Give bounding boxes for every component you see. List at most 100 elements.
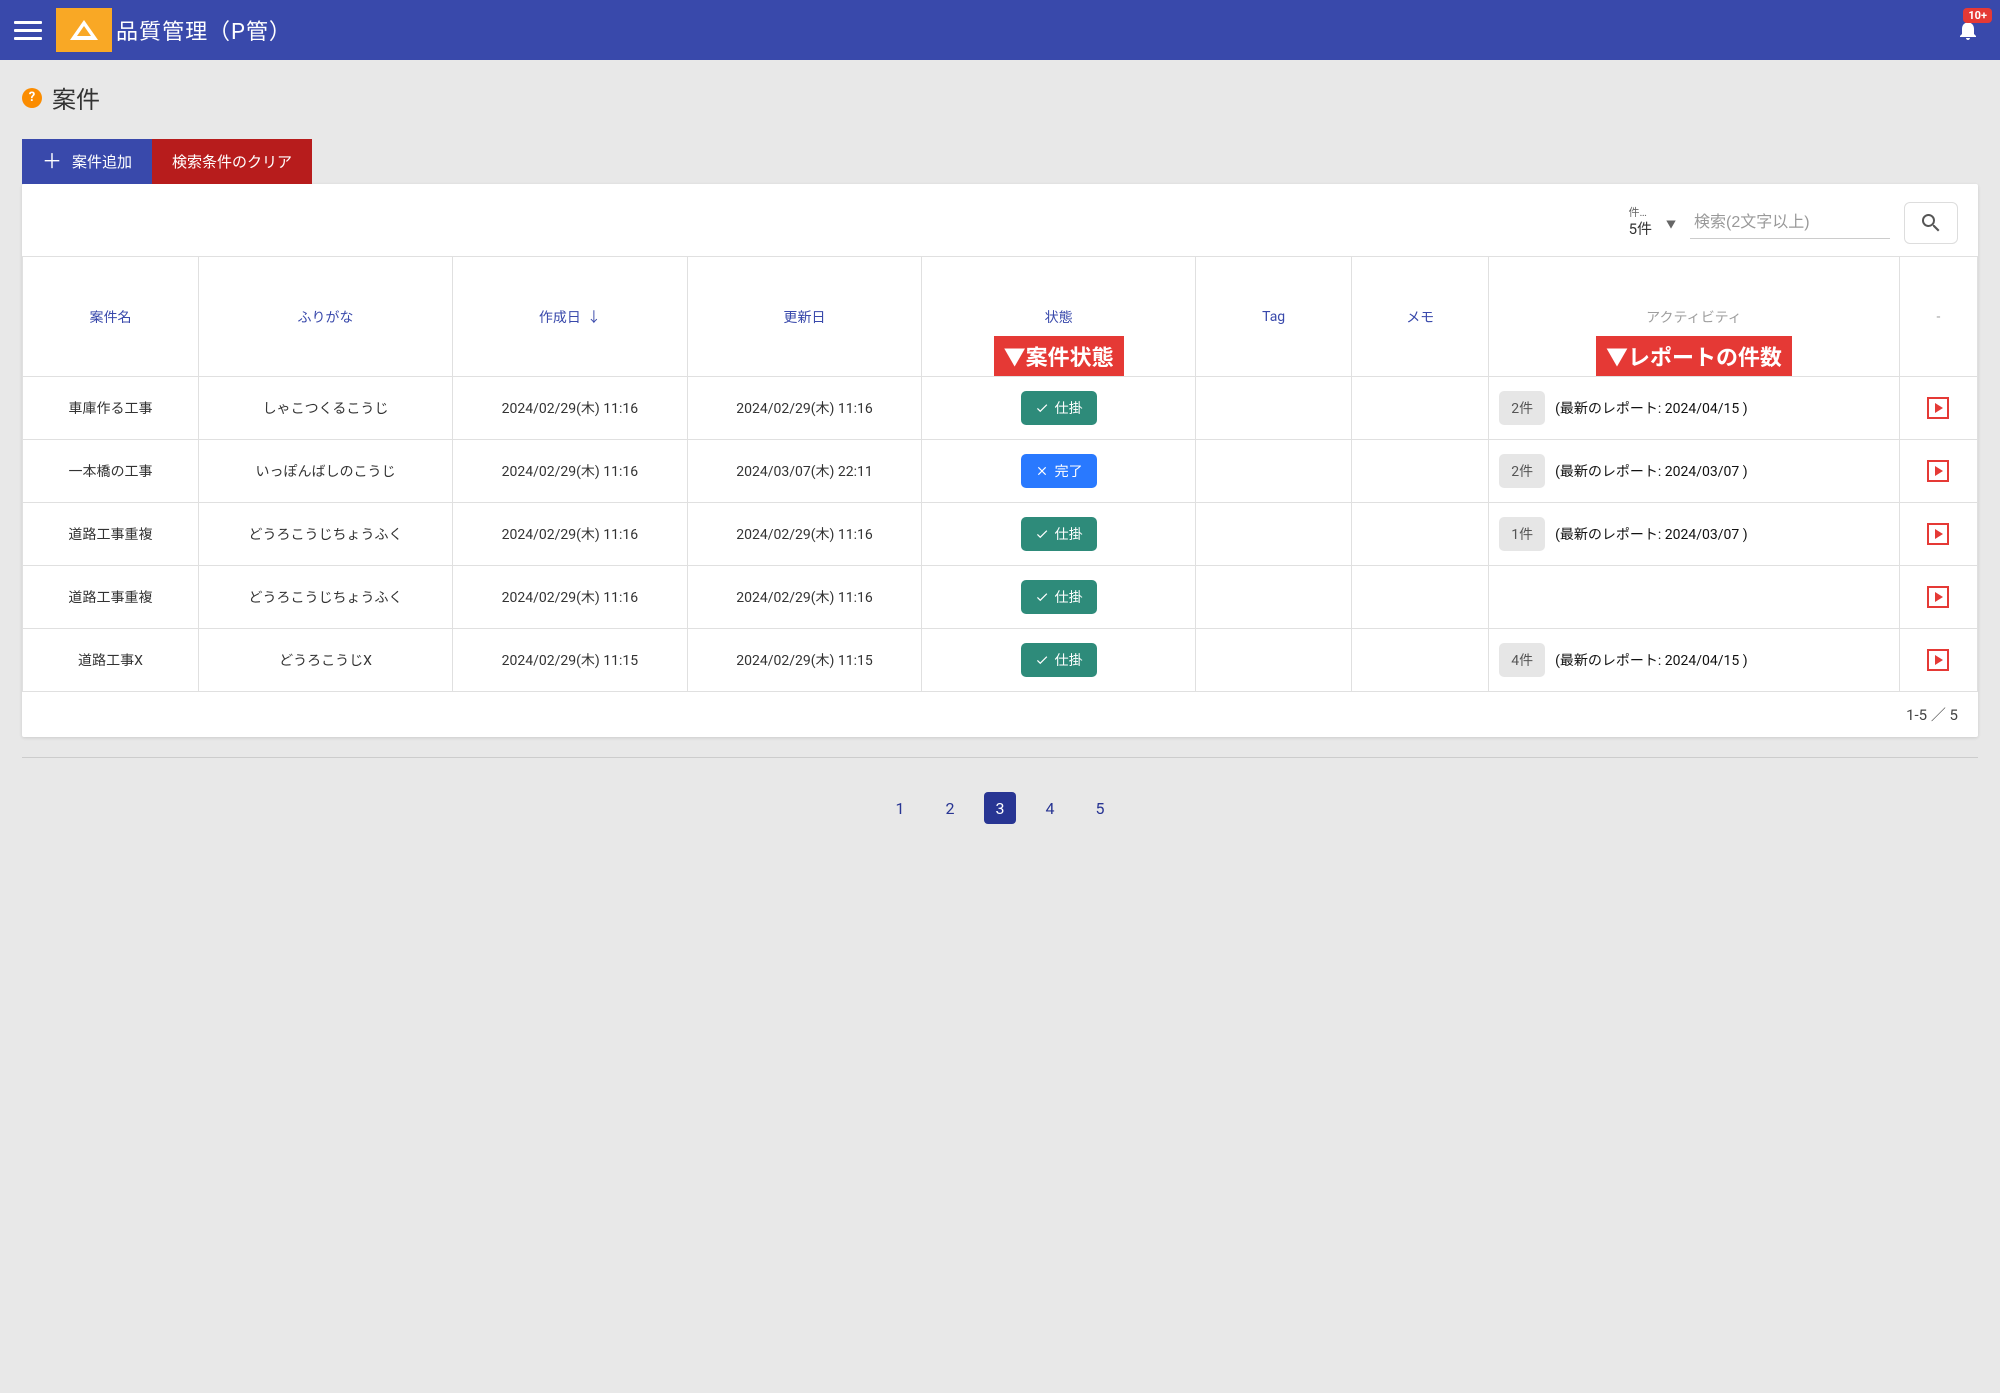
cell-action bbox=[1899, 566, 1977, 629]
col-created[interactable]: 作成日↓ bbox=[453, 257, 688, 377]
cell-memo bbox=[1352, 629, 1489, 692]
col-action: - bbox=[1899, 257, 1977, 377]
cell-action bbox=[1899, 440, 1977, 503]
cell-updated: 2024/02/29(木) 11:16 bbox=[687, 503, 922, 566]
cell-created: 2024/02/29(木) 11:16 bbox=[453, 440, 688, 503]
pagination: 12345 bbox=[22, 778, 1978, 864]
cell-created: 2024/02/29(木) 11:16 bbox=[453, 503, 688, 566]
table-row: 道路工事X どうろこうじX 2024/02/29(木) 11:15 2024/0… bbox=[23, 629, 1978, 692]
status-label: 仕掛 bbox=[1055, 650, 1083, 670]
col-furigana[interactable]: ふりがな bbox=[198, 257, 452, 377]
report-count-chip: 2件 bbox=[1499, 391, 1545, 425]
triangle-icon bbox=[70, 20, 98, 40]
play-button[interactable] bbox=[1927, 397, 1949, 419]
sort-desc-icon: ↓ bbox=[587, 310, 601, 326]
col-status[interactable]: 状態 ▼案件状態 bbox=[922, 257, 1196, 377]
cell-tag bbox=[1195, 377, 1351, 440]
col-updated[interactable]: 更新日 bbox=[687, 257, 922, 377]
add-case-label: 案件追加 bbox=[72, 151, 132, 172]
cell-furigana: どうろこうじちょうふく bbox=[198, 566, 452, 629]
cell-name: 道路工事重複 bbox=[23, 503, 199, 566]
cell-memo bbox=[1352, 503, 1489, 566]
play-button[interactable] bbox=[1927, 460, 1949, 482]
cell-furigana: しゃこつくるこうじ bbox=[198, 377, 452, 440]
add-case-button[interactable]: ＋ 案件追加 bbox=[22, 139, 152, 184]
cell-activity: 1件 (最新のレポート: 2024/03/07 ) bbox=[1489, 503, 1900, 566]
check-icon bbox=[1035, 653, 1049, 667]
page-title-row: ? 案件 bbox=[22, 80, 1978, 115]
page-2[interactable]: 2 bbox=[934, 792, 966, 824]
close-icon bbox=[1035, 464, 1049, 478]
col-memo[interactable]: メモ bbox=[1352, 257, 1489, 377]
play-button[interactable] bbox=[1927, 523, 1949, 545]
status-chip[interactable]: 完了 bbox=[1021, 454, 1097, 488]
latest-report-text: (最新のレポート: 2024/04/15 ) bbox=[1555, 650, 1748, 670]
col-activity: アクティビティ ▼レポートの件数 bbox=[1489, 257, 1900, 377]
latest-report-text: (最新のレポート: 2024/04/15 ) bbox=[1555, 398, 1748, 418]
status-chip[interactable]: 仕掛 bbox=[1021, 517, 1097, 551]
status-label: 仕掛 bbox=[1055, 398, 1083, 418]
cell-created: 2024/02/29(木) 11:16 bbox=[453, 566, 688, 629]
report-count-chip: 4件 bbox=[1499, 643, 1545, 677]
play-icon bbox=[1935, 655, 1943, 665]
cell-status: 仕掛 bbox=[922, 566, 1196, 629]
plus-icon: ＋ bbox=[42, 152, 62, 172]
status-label: 仕掛 bbox=[1055, 524, 1083, 544]
cell-tag bbox=[1195, 503, 1351, 566]
search-button[interactable] bbox=[1904, 202, 1958, 244]
page-size-select[interactable]: 件… 5件 bbox=[1629, 206, 1652, 240]
chevron-down-icon[interactable]: ▼ bbox=[1666, 216, 1676, 231]
table-row: 車庫作る工事 しゃこつくるこうじ 2024/02/29(木) 11:16 202… bbox=[23, 377, 1978, 440]
page-title: 案件 bbox=[52, 80, 100, 115]
report-count-chip: 1件 bbox=[1499, 517, 1545, 551]
divider bbox=[22, 757, 1978, 758]
annotation-activity: ▼レポートの件数 bbox=[1596, 336, 1792, 376]
annotation-status: ▼案件状態 bbox=[994, 336, 1124, 376]
notifications-button[interactable]: 10+ bbox=[1950, 12, 1986, 48]
clear-filter-button[interactable]: 検索条件のクリア bbox=[152, 139, 312, 184]
search-input[interactable] bbox=[1690, 208, 1890, 239]
menu-icon[interactable] bbox=[14, 16, 42, 44]
app-logo[interactable] bbox=[56, 8, 112, 52]
page-1[interactable]: 1 bbox=[884, 792, 916, 824]
app-bar: 品質管理（P管） 10+ bbox=[0, 0, 2000, 60]
cell-furigana: どうろこうじX bbox=[198, 629, 452, 692]
cell-status: 仕掛 bbox=[922, 503, 1196, 566]
check-icon bbox=[1035, 590, 1049, 604]
page-5[interactable]: 5 bbox=[1084, 792, 1116, 824]
table-footer-range: 1-5 ／ 5 bbox=[22, 692, 1978, 737]
status-label: 仕掛 bbox=[1055, 587, 1083, 607]
play-icon bbox=[1935, 403, 1943, 413]
cell-tag bbox=[1195, 566, 1351, 629]
cell-updated: 2024/02/29(木) 11:16 bbox=[687, 566, 922, 629]
col-name[interactable]: 案件名 bbox=[23, 257, 199, 377]
latest-report-text: (最新のレポート: 2024/03/07 ) bbox=[1555, 524, 1748, 544]
cell-activity bbox=[1489, 566, 1900, 629]
col-tag[interactable]: Tag bbox=[1195, 257, 1351, 377]
cell-tag bbox=[1195, 440, 1351, 503]
play-icon bbox=[1935, 466, 1943, 476]
help-icon[interactable]: ? bbox=[22, 88, 42, 108]
cell-status: 仕掛 bbox=[922, 629, 1196, 692]
search-icon bbox=[1919, 211, 1943, 235]
cell-updated: 2024/02/29(木) 11:15 bbox=[687, 629, 922, 692]
status-chip[interactable]: 仕掛 bbox=[1021, 391, 1097, 425]
app-title: 品質管理（P管） bbox=[116, 14, 292, 46]
page-4[interactable]: 4 bbox=[1034, 792, 1066, 824]
table-row: 道路工事重複 どうろこうじちょうふく 2024/02/29(木) 11:16 2… bbox=[23, 503, 1978, 566]
play-icon bbox=[1935, 529, 1943, 539]
page-size-value: 5件 bbox=[1629, 220, 1652, 240]
check-icon bbox=[1035, 401, 1049, 415]
table-toolbar: 件… 5件 ▼ bbox=[22, 184, 1978, 256]
cell-action bbox=[1899, 503, 1977, 566]
cell-tag bbox=[1195, 629, 1351, 692]
cell-activity: 2件 (最新のレポート: 2024/03/07 ) bbox=[1489, 440, 1900, 503]
latest-report-text: (最新のレポート: 2024/03/07 ) bbox=[1555, 461, 1748, 481]
report-count-chip: 2件 bbox=[1499, 454, 1545, 488]
play-button[interactable] bbox=[1927, 649, 1949, 671]
status-chip[interactable]: 仕掛 bbox=[1021, 643, 1097, 677]
play-button[interactable] bbox=[1927, 586, 1949, 608]
page-3[interactable]: 3 bbox=[984, 792, 1016, 824]
cell-action bbox=[1899, 629, 1977, 692]
status-chip[interactable]: 仕掛 bbox=[1021, 580, 1097, 614]
